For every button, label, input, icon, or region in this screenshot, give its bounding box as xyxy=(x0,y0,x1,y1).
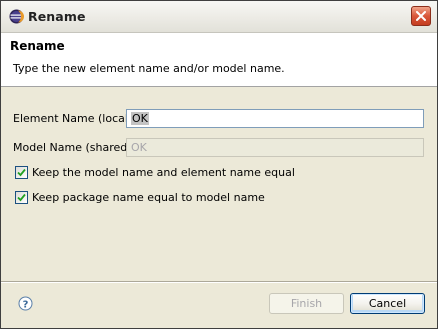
header-message: Type the new element name and/or model n… xyxy=(13,62,285,75)
model-name-input: OK xyxy=(126,138,424,157)
dialog-footer: ? Finish Cancel xyxy=(1,283,437,328)
model-name-label: Model Name (shared): xyxy=(13,141,136,154)
checkmark-icon xyxy=(17,168,26,177)
keep-package-checkbox[interactable] xyxy=(15,191,28,204)
dialog-body: Element Name (local): OK Model Name (sha… xyxy=(1,87,437,281)
keep-package-label: Keep package name equal to model name xyxy=(32,191,265,204)
title-bar[interactable]: Rename xyxy=(1,1,437,33)
keep-equal-label: Keep the model name and element name equ… xyxy=(32,166,295,179)
cancel-button[interactable]: Cancel xyxy=(350,293,425,314)
rename-dialog: Rename Rename Type the new element name … xyxy=(0,0,438,329)
close-button[interactable] xyxy=(411,6,431,26)
element-name-label: Element Name (local): xyxy=(13,112,136,125)
dialog-header: Rename Type the new element name and/or … xyxy=(1,33,437,87)
svg-text:?: ? xyxy=(23,300,29,311)
help-icon[interactable]: ? xyxy=(18,296,33,311)
model-name-value: OK xyxy=(131,141,147,154)
window-title: Rename xyxy=(28,9,86,24)
checkmark-icon xyxy=(17,193,26,202)
finish-button[interactable]: Finish xyxy=(269,293,344,314)
element-name-input[interactable]: OK xyxy=(126,109,424,128)
eclipse-icon xyxy=(9,9,24,24)
header-title: Rename xyxy=(10,39,65,53)
element-name-value: OK xyxy=(131,112,149,125)
keep-equal-checkbox[interactable] xyxy=(15,166,28,179)
